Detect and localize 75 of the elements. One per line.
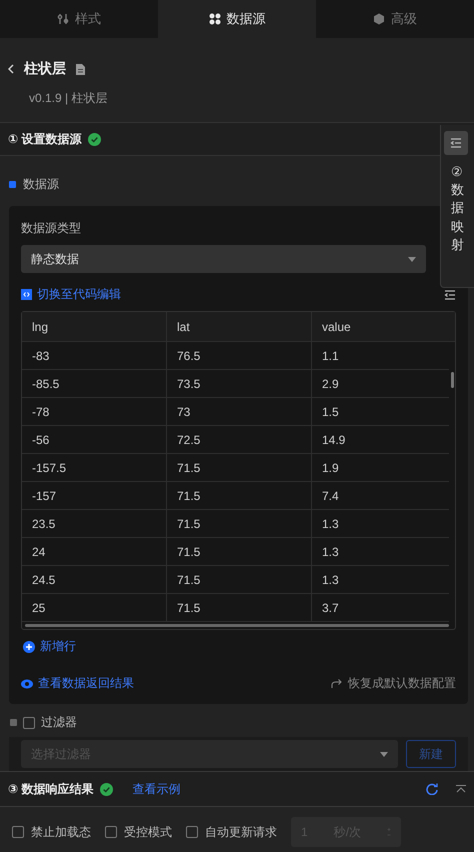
table-cell[interactable]: 71.5 bbox=[167, 454, 312, 481]
layer-title: 柱状层 bbox=[24, 60, 66, 78]
table-cell[interactable]: -56 bbox=[22, 426, 167, 453]
table-cell[interactable]: 71.5 bbox=[167, 566, 312, 593]
table-cell[interactable]: -78 bbox=[22, 398, 167, 425]
table-cell[interactable]: 1.5 bbox=[312, 398, 449, 425]
hexagon-icon bbox=[373, 13, 385, 25]
document-icon[interactable] bbox=[76, 64, 85, 74]
table-cell[interactable]: 25 bbox=[22, 594, 167, 621]
side-tab-label[interactable]: ②数据映射 bbox=[451, 163, 464, 254]
plus-circle-icon bbox=[23, 640, 35, 652]
grid-dots-icon bbox=[208, 13, 220, 25]
column-header: lat bbox=[167, 312, 312, 341]
checkbox[interactable] bbox=[23, 716, 35, 728]
section-label: 数据源 bbox=[23, 176, 59, 193]
table-cell[interactable]: 1.1 bbox=[312, 342, 449, 369]
table-cell[interactable]: 71.5 bbox=[167, 594, 312, 621]
checkbox[interactable] bbox=[105, 826, 117, 838]
column-header: lng bbox=[22, 312, 167, 341]
table-cell[interactable]: 1.3 bbox=[312, 510, 449, 537]
view-result-link[interactable]: 查看数据返回结果 bbox=[21, 675, 134, 692]
scrollbar[interactable] bbox=[25, 624, 449, 627]
bullet-icon bbox=[9, 181, 16, 188]
tab[interactable]: 样式 bbox=[0, 0, 158, 38]
checkbox[interactable] bbox=[186, 826, 198, 838]
table-cell[interactable]: 72.5 bbox=[167, 426, 312, 453]
option-label: 禁止加载态 bbox=[31, 824, 91, 840]
table-cell[interactable]: 73 bbox=[167, 398, 312, 425]
reset-link[interactable]: 恢复成默认数据配置 bbox=[331, 675, 456, 692]
section-title: ① 设置数据源 bbox=[8, 130, 82, 148]
table-cell[interactable]: -85.5 bbox=[22, 370, 167, 397]
filter-label: 过滤器 bbox=[41, 714, 77, 731]
table-cell[interactable]: 1.9 bbox=[312, 454, 449, 481]
scrollbar[interactable] bbox=[450, 372, 454, 388]
section-title: ③ 数据响应结果 bbox=[8, 780, 94, 798]
back-icon[interactable] bbox=[8, 64, 14, 74]
table-cell[interactable]: -157.5 bbox=[22, 454, 167, 481]
return-arrow-icon bbox=[331, 678, 342, 688]
code-icon bbox=[21, 289, 32, 300]
checkbox[interactable] bbox=[12, 826, 24, 838]
table-cell[interactable]: 14.9 bbox=[312, 426, 449, 453]
eye-icon bbox=[21, 678, 33, 688]
add-row-link[interactable]: 新增行 bbox=[23, 638, 456, 655]
table-cell[interactable]: 7.4 bbox=[312, 482, 449, 509]
table-cell[interactable]: 76.5 bbox=[167, 342, 312, 369]
table-cell[interactable]: 2.9 bbox=[312, 370, 449, 397]
table-cell[interactable]: -83 bbox=[22, 342, 167, 369]
code-edit-link[interactable]: 切换至代码编辑 bbox=[21, 286, 121, 303]
table-cell[interactable]: 3.7 bbox=[312, 594, 449, 621]
table-cell[interactable]: 23.5 bbox=[22, 510, 167, 537]
table-cell[interactable]: 71.5 bbox=[167, 538, 312, 565]
column-header: value bbox=[321, 318, 352, 336]
table-cell[interactable]: 24.5 bbox=[22, 566, 167, 593]
tab[interactable]: 高级 bbox=[316, 0, 474, 38]
type-select[interactable]: 静态数据 bbox=[21, 245, 426, 273]
menu-button[interactable] bbox=[444, 131, 468, 155]
bullet-icon bbox=[10, 719, 17, 726]
table-cell[interactable]: -157 bbox=[22, 482, 167, 509]
table-cell[interactable]: 71.5 bbox=[167, 482, 312, 509]
version-text: v0.1.9 | 柱状层 bbox=[29, 90, 108, 107]
example-link[interactable]: 查看示例 bbox=[132, 780, 180, 798]
table-cell[interactable]: 24 bbox=[22, 538, 167, 565]
tab[interactable]: 数据源 bbox=[158, 0, 316, 38]
table-cell[interactable]: 1.3 bbox=[312, 566, 449, 593]
refresh-icon[interactable] bbox=[426, 783, 438, 795]
list-indent-icon[interactable] bbox=[444, 290, 456, 300]
sliders-icon bbox=[57, 13, 69, 25]
table-cell[interactable]: 73.5 bbox=[167, 370, 312, 397]
option-label: 自动更新请求 bbox=[205, 824, 277, 840]
field-label: 数据源类型 bbox=[21, 220, 82, 237]
collapse-icon[interactable] bbox=[456, 785, 466, 793]
option-label: 受控模式 bbox=[124, 824, 172, 840]
table-cell[interactable]: 1.3 bbox=[312, 538, 449, 565]
list-indent-icon[interactable] bbox=[450, 138, 462, 148]
table-cell[interactable]: 71.5 bbox=[167, 510, 312, 537]
